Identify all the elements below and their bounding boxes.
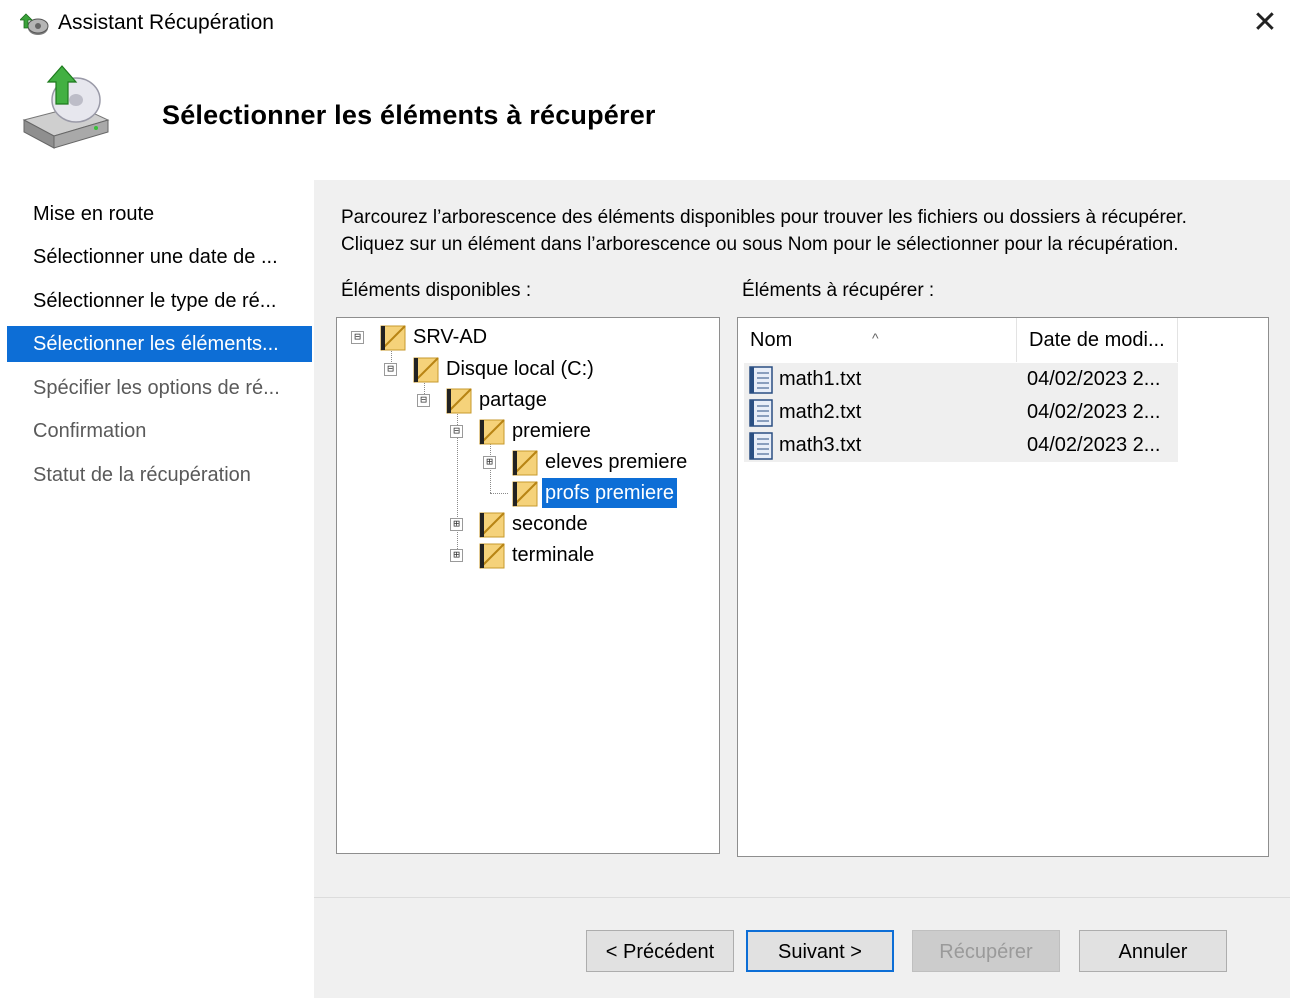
- expand-icon[interactable]: ⊞: [450, 549, 463, 562]
- column-header-name-label: Nom: [750, 329, 793, 351]
- column-header-name[interactable]: Nom ^: [738, 318, 1016, 362]
- collapse-icon[interactable]: ⊟: [417, 394, 430, 407]
- file-row[interactable]: math1.txt 04/02/2023 2...: [744, 363, 1178, 396]
- tree-node-label: premiere: [512, 420, 591, 442]
- next-button[interactable]: Suivant >: [746, 930, 894, 972]
- file-name: math3.txt: [779, 434, 862, 456]
- text-file-icon: [749, 366, 773, 394]
- folder-icon: [479, 419, 505, 445]
- collapse-icon[interactable]: ⊟: [384, 363, 397, 376]
- folder-icon: [479, 512, 505, 538]
- close-button[interactable]: ✕: [1240, 2, 1290, 46]
- expand-icon[interactable]: ⊞: [450, 518, 463, 531]
- file-name: math1.txt: [779, 368, 862, 390]
- file-row[interactable]: math3.txt 04/02/2023 2...: [744, 429, 1178, 462]
- folder-icon: [512, 450, 538, 476]
- text-file-icon: [749, 399, 773, 427]
- file-date: 04/02/2023 2...: [1027, 368, 1161, 390]
- collapse-icon[interactable]: ⊟: [450, 425, 463, 438]
- folder-icon: [446, 388, 472, 414]
- folder-icon: [512, 481, 538, 507]
- file-list[interactable]: Nom ^ Date de modi... math1.txt 04/02/20…: [737, 317, 1269, 857]
- tree-node-label: profs premiere: [542, 478, 677, 508]
- instructions-text: Parcourez l’arborescence des éléments di…: [341, 204, 1271, 258]
- page-title: Sélectionner les éléments à récupérer: [162, 100, 656, 130]
- step-options: Spécifier les options de ré...: [33, 377, 280, 399]
- file-date: 04/02/2023 2...: [1027, 434, 1161, 456]
- step-select-items[interactable]: Sélectionner les éléments...: [7, 326, 312, 362]
- tree-node-label: terminale: [512, 544, 595, 566]
- text-file-icon: [749, 432, 773, 460]
- expand-icon[interactable]: ⊞: [483, 456, 496, 469]
- file-row[interactable]: math2.txt 04/02/2023 2...: [744, 396, 1178, 429]
- column-header-date[interactable]: Date de modi...: [1016, 318, 1178, 362]
- tree-node-label: seconde: [512, 513, 588, 535]
- step-status: Statut de la récupération: [33, 464, 251, 486]
- backup-disk-restore-icon: [22, 65, 110, 149]
- wizard-steps: Mise en route Sélectionner une date de .…: [7, 180, 312, 998]
- folder-icon: [479, 543, 505, 569]
- title-bar: Assistant Récupération ✕: [0, 0, 1290, 50]
- footer-divider: [314, 897, 1290, 898]
- instructions-line-1: Parcourez l’arborescence des éléments di…: [341, 207, 1187, 228]
- recover-button: Récupérer: [912, 930, 1060, 972]
- available-items-label: Éléments disponibles :: [341, 280, 532, 301]
- items-to-recover-label: Éléments à récupérer :: [742, 280, 935, 301]
- step-mise-en-route[interactable]: Mise en route: [7, 196, 312, 232]
- instructions-line-2: Cliquez sur un élément dans l’arborescen…: [341, 234, 1179, 255]
- sort-ascending-icon: ^: [872, 330, 879, 346]
- tree-connector: [490, 493, 508, 494]
- content-panel: Parcourez l’arborescence des éléments di…: [314, 180, 1290, 998]
- tree-node-label: partage: [479, 389, 547, 411]
- folder-tree[interactable]: ⊟ SRV-AD ⊟ Disque local (C:) ⊟ partage ⊟: [336, 317, 720, 854]
- previous-button[interactable]: < Précédent: [586, 930, 734, 972]
- file-name: math2.txt: [779, 401, 862, 423]
- folder-icon: [380, 325, 406, 351]
- step-select-type[interactable]: Sélectionner le type de ré...: [7, 283, 312, 319]
- window-title: Assistant Récupération: [58, 11, 274, 34]
- tree-node-label: eleves premiere: [545, 451, 688, 473]
- tree-node-label: Disque local (C:): [446, 358, 594, 380]
- backup-app-icon: [20, 13, 49, 35]
- step-confirmation: Confirmation: [33, 420, 147, 442]
- collapse-icon[interactable]: ⊟: [351, 331, 364, 344]
- folder-icon: [413, 357, 439, 383]
- tree-node-label: SRV-AD: [413, 326, 488, 348]
- file-date: 04/02/2023 2...: [1027, 401, 1161, 423]
- step-select-date[interactable]: Sélectionner une date de ...: [7, 239, 312, 275]
- cancel-button[interactable]: Annuler: [1079, 930, 1227, 972]
